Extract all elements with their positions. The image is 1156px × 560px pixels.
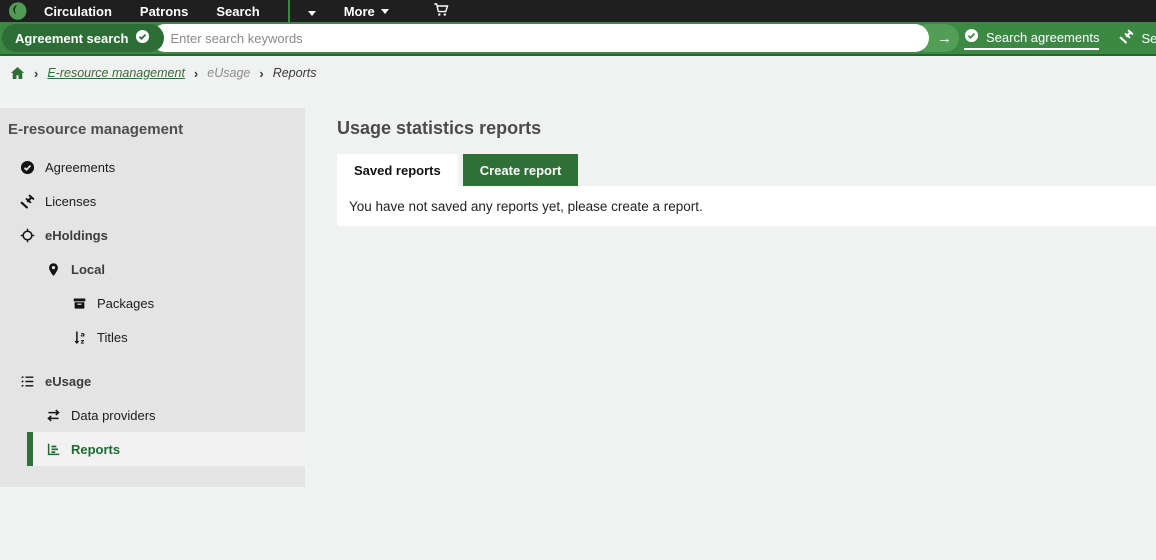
sidebar-item-data-providers[interactable]: Data providers — [0, 398, 305, 432]
check-circle-icon — [964, 28, 979, 46]
home-icon[interactable] — [10, 66, 25, 81]
list-icon — [20, 374, 35, 389]
sidebar-item-label: Local — [71, 262, 105, 277]
tab-saved-reports[interactable]: Saved reports — [337, 154, 458, 186]
nav-label: Search — [216, 4, 259, 19]
sidebar-title: E-resource management — [0, 108, 305, 150]
nav-label: More — [344, 4, 375, 19]
shopping-cart-icon — [433, 2, 449, 21]
search-agreements-link[interactable]: Search agreements — [964, 28, 1099, 50]
nav-item-patrons[interactable]: Patrons — [140, 4, 188, 19]
link-label: Sea — [1141, 31, 1156, 46]
report-tabs: Saved reports Create report — [337, 154, 1156, 186]
content-area: E-resource management Agreements — [0, 90, 1156, 487]
breadcrumb-separator: › — [259, 66, 263, 81]
arrow-right-icon: → — [937, 30, 952, 47]
breadcrumb-separator: › — [34, 66, 38, 81]
sidebar-item-label: Packages — [97, 296, 154, 311]
sidebar-item-label: eHoldings — [45, 228, 108, 243]
sidebar-item-licenses[interactable]: Licenses — [0, 184, 305, 218]
sidebar-item-eholdings[interactable]: eHoldings — [0, 218, 305, 252]
nav-label: Patrons — [140, 4, 188, 19]
breadcrumb-erm-link[interactable]: E-resource management — [47, 66, 185, 80]
target-icon — [20, 228, 35, 243]
chevron-down-icon — [308, 11, 316, 16]
tab-create-report[interactable]: Create report — [463, 154, 579, 186]
svg-text:z: z — [80, 337, 84, 344]
cart-button[interactable] — [433, 2, 449, 21]
breadcrumb-separator: › — [194, 66, 198, 81]
koha-logo[interactable] — [8, 1, 28, 21]
page-title: Usage statistics reports — [337, 118, 1156, 139]
nav-divider — [288, 0, 290, 22]
search-scope-links: Search agreements Sea — [964, 22, 1156, 56]
erm-sidebar: E-resource management Agreements — [0, 108, 305, 487]
sidebar-item-label: Reports — [71, 442, 120, 457]
sidebar-item-label: eUsage — [45, 374, 91, 389]
check-circle-icon — [20, 160, 35, 175]
sidebar-item-reports[interactable]: Reports — [27, 432, 305, 466]
breadcrumb-current-page: Reports — [273, 66, 317, 80]
map-pin-icon — [46, 262, 61, 277]
chevron-down-icon — [381, 9, 389, 14]
nav-item-more[interactable]: More — [344, 4, 389, 19]
check-circle-icon — [135, 29, 150, 47]
collapsed-menu-dropdown[interactable] — [306, 0, 318, 23]
sort-alpha-icon: a z — [72, 330, 87, 345]
sidebar-item-label: Titles — [97, 330, 128, 345]
bar-chart-icon — [46, 442, 61, 457]
breadcrumb: › E-resource management › eUsage › Repor… — [0, 56, 1156, 90]
sidebar-item-label: Licenses — [45, 194, 96, 209]
search-scope-button[interactable]: Agreement search — [2, 24, 164, 52]
gavel-icon — [20, 194, 35, 209]
nav-item-search[interactable]: Search — [216, 4, 259, 19]
search-header-bar: Agreement search → Search agreements — [0, 22, 1156, 56]
empty-state-message: You have not saved any reports yet, plea… — [349, 199, 703, 214]
sidebar-item-titles[interactable]: a z Titles — [0, 320, 305, 354]
saved-reports-panel: You have not saved any reports yet, plea… — [337, 186, 1156, 226]
nav-label: Circulation — [44, 4, 112, 19]
nav-item-circulation[interactable]: Circulation — [44, 4, 112, 19]
breadcrumb-eusage-link[interactable]: eUsage — [207, 66, 250, 80]
sidebar-item-label: Agreements — [45, 160, 115, 175]
search-licenses-link[interactable]: Sea — [1119, 29, 1156, 49]
archive-box-icon — [72, 296, 87, 311]
gavel-icon — [1119, 29, 1134, 47]
sidebar-item-packages[interactable]: Packages — [0, 286, 305, 320]
top-nav-bar: Circulation Patrons Search More — [0, 0, 1156, 22]
search-scope-label: Agreement search — [15, 31, 128, 46]
search-input[interactable] — [151, 24, 929, 52]
sidebar-item-local[interactable]: Local — [0, 252, 305, 286]
sidebar-item-agreements[interactable]: Agreements — [0, 150, 305, 184]
link-label: Search agreements — [986, 30, 1099, 45]
swap-arrows-icon — [46, 408, 61, 423]
search-capsule: Agreement search → — [2, 24, 959, 52]
sidebar-item-eusage[interactable]: eUsage — [0, 364, 305, 398]
main-panel: Usage statistics reports Saved reports C… — [305, 90, 1156, 226]
sidebar-item-label: Data providers — [71, 408, 156, 423]
